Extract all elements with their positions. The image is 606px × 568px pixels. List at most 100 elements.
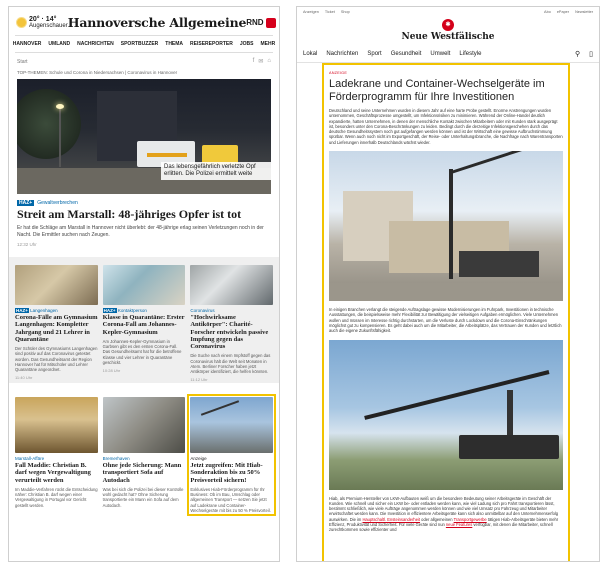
nw-page: Anzeigen Ticket Shop Abo ePaper Newslett… xyxy=(296,6,600,562)
hero-tree xyxy=(17,89,81,159)
util-link-newsletter[interactable]: Newsletter xyxy=(575,10,593,14)
search-icon[interactable]: ⚲ xyxy=(575,50,580,58)
article-title: Ladekrane und Container-Wechselgeräte im… xyxy=(329,78,545,103)
nav-item-jobs[interactable]: JOBS xyxy=(240,41,254,47)
nav-item-nachrichten[interactable]: NACHRICHTEN xyxy=(77,41,114,47)
nav-item-umwelt[interactable]: Umwelt xyxy=(430,51,450,57)
nw-utility-bar: Anzeigen Ticket Shop Abo ePaper Newslett… xyxy=(297,7,599,17)
util-link-anzeigen[interactable]: Anzeigen xyxy=(303,10,319,14)
nav-item-hannover[interactable]: HANNOVER xyxy=(13,41,42,47)
nav-item-mehr[interactable]: MEHR xyxy=(260,41,275,47)
sponsored-headline[interactable]: Jetzt zugreifen: Mit Hiab-Sonderaktion b… xyxy=(190,462,273,484)
article-paragraph-3: Hiab, als Premium-Hersteller von LKW-Auf… xyxy=(329,496,563,533)
nav-item-lifestyle[interactable]: Lifestyle xyxy=(459,51,481,57)
teaser-image xyxy=(190,265,274,305)
teaser-image xyxy=(15,265,98,305)
haz-header: 20° · 14° Augenschauer Hannoversche Allg… xyxy=(9,7,279,35)
teaser-kicker: Bremerhaven xyxy=(103,456,186,461)
haz-page: 20° · 14° Augenschauer Hannoversche Allg… xyxy=(8,6,280,562)
p3-text-b: oder allgemeinen xyxy=(420,516,454,522)
photo-crane-boom xyxy=(364,369,550,420)
sponsored-image xyxy=(190,397,274,453)
haz-plus-badge: HAZ+ xyxy=(15,308,29,313)
nav-item-umland[interactable]: UMLAND xyxy=(48,41,70,47)
rnd-badge-icon xyxy=(265,17,276,28)
haz-plus-badge: HAZ+ xyxy=(17,200,35,206)
util-link-shop[interactable]: Shop xyxy=(341,10,350,14)
nav-item-gesundheit[interactable]: Gesundheit xyxy=(391,51,422,57)
rnd-logo[interactable]: RND xyxy=(246,17,276,28)
article-link-3[interactable]: neue Features xyxy=(446,522,472,527)
teaser-image xyxy=(15,397,98,453)
nav-item-thema[interactable]: THEMA xyxy=(165,41,183,47)
photo-truck xyxy=(459,251,539,278)
article-photo-crane-1[interactable] xyxy=(329,151,563,302)
teaser-text: Die Suche nach einem Impfstoff gegen das… xyxy=(190,353,271,375)
article-kicker: ANZEIGE xyxy=(329,71,348,75)
photo-truck xyxy=(459,434,559,459)
teaser-headline[interactable]: "Hochwirksame Antikörper": Charité-Forsc… xyxy=(190,314,273,350)
util-link-abo[interactable]: Abo xyxy=(544,10,551,14)
teaser-image xyxy=(102,265,186,305)
article-link-1[interactable]: Hauptschaltl. Ensteinsanderheit xyxy=(362,517,420,522)
teaser-time: 11:12 Uhr xyxy=(190,377,208,383)
haz-plus-badge: HAZ+ xyxy=(102,308,117,313)
teaser-image xyxy=(102,397,186,453)
teaser-card[interactable]: Bremerhaven Ohne jede Sicherung: Mann tr… xyxy=(102,397,186,513)
nw-logo-text: Neue Westfälische xyxy=(401,32,495,42)
teaser-card[interactable]: Marstall-Affäre Fall Maddie: Christian B… xyxy=(15,397,98,513)
article-photo-crane-2[interactable] xyxy=(329,339,563,490)
social-links: f ✉ ⌂ xyxy=(253,58,271,65)
bookmark-icon[interactable]: ▯ xyxy=(589,50,593,58)
home-icon[interactable]: ⌂ xyxy=(267,58,271,65)
teaser-card[interactable]: HAZ+ Langenhagen Corona-Fälle am Gymnasi… xyxy=(15,265,98,382)
bottom-teasers: Marstall-Affäre Fall Maddie: Christian B… xyxy=(9,383,279,516)
teaser-block: HAZ+ Langenhagen Corona-Fälle am Gymnasi… xyxy=(9,257,279,383)
nav-item-lokal[interactable]: Lokal xyxy=(303,51,317,57)
teaser-headline[interactable]: Klasse in Quarantäne: Erster Corona-Fall… xyxy=(103,314,186,336)
nw-logo-icon: ✱ xyxy=(442,19,454,31)
teaser-card[interactable]: HAZ+ Kontaktperson Klasse in Quarantäne:… xyxy=(102,265,186,382)
nw-logo[interactable]: ✱ Neue Westfälische xyxy=(297,17,599,46)
facebook-icon[interactable]: f xyxy=(253,58,255,65)
nav-item-reisereporter[interactable]: REISEREPORTER xyxy=(190,41,233,47)
article-paragraph-2: In einigen Branchen verlangt die steigen… xyxy=(329,307,562,334)
util-link-epaper[interactable]: ePaper xyxy=(557,10,569,14)
teaser-card[interactable]: Coronavirus "Hochwirksame Antikörper": C… xyxy=(190,265,274,383)
nav-item-nachrichten[interactable]: Nachrichten xyxy=(326,51,358,57)
sponsored-text: Exklusives Hiab-Förderprogramm für Ihr B… xyxy=(190,486,271,513)
teaser-time: 10:28 Uhr xyxy=(102,367,121,373)
haz-logo[interactable]: Hannoversche Allgemeine xyxy=(68,15,247,30)
teaser-kicker-text: Marstall-Affäre xyxy=(15,456,45,461)
mail-icon[interactable]: ✉ xyxy=(258,58,263,65)
teaser-headline[interactable]: Corona-Fälle am Gymnasium Langenhagen: K… xyxy=(15,314,98,343)
teaser-kicker-text: Bremerhaven xyxy=(102,456,130,461)
teaser-kicker-text: Kontaktperson xyxy=(117,308,147,313)
teaser-headline[interactable]: Fall Maddie: Christian B. darf wegen Ver… xyxy=(15,462,98,484)
teaser-text: Am Johannes-Kepler-Gymnasium in Garbsen … xyxy=(102,338,182,365)
hero-caption-line-2: erlitten. Die Polizei ermittelt weite xyxy=(164,171,253,177)
sponsored-kicker: Anzeige xyxy=(190,456,207,461)
rnd-text: RND xyxy=(246,18,264,27)
teaser-kicker-text: Langenhagen xyxy=(30,308,58,313)
lead-teaser: Er hat die Schläge am Marstall in Hannov… xyxy=(17,225,264,238)
teaser-time: 11:40 Uhr xyxy=(15,375,33,381)
hero-caption-line-1: Das lebensgefährlich verletzte Opf xyxy=(164,164,256,170)
sponsored-article: ANZEIGE Ladekrane und Container-Wechselg… xyxy=(322,63,570,561)
hero-image[interactable]: Das lebensgefährlich verletzte Opf erlit… xyxy=(17,79,271,194)
lead-headline[interactable]: Streit am Marstall: 48-jähriges Opfer is… xyxy=(17,208,271,221)
sun-icon xyxy=(17,18,26,27)
teaser-headline[interactable]: Ohne jede Sicherung: Mann transportiert … xyxy=(103,462,186,484)
weather-widget[interactable]: 20° · 14° Augenschauer xyxy=(17,16,68,30)
lead-timestamp: 12:32 Uhr xyxy=(17,242,37,247)
nav-item-sport[interactable]: Sport xyxy=(367,51,381,57)
util-link-ticket[interactable]: Ticket xyxy=(325,10,335,14)
sponsored-teaser-card[interactable]: Anzeige Jetzt zugreifen: Mit Hiab-Sonder… xyxy=(187,394,277,516)
breadcrumb[interactable]: Start xyxy=(17,59,28,65)
top-topics[interactable]: TOP-THEMEN: Schule und Corona in Nieders… xyxy=(9,68,279,79)
teaser-kicker: Marstall-Affäre xyxy=(15,456,98,461)
article-link-2[interactable]: Transportgewerbe xyxy=(454,517,487,522)
photo-crane-boom xyxy=(450,151,528,175)
nav-item-sportbuzzer[interactable]: SPORTBUZZER xyxy=(121,41,159,47)
photo-crane-mast xyxy=(449,169,453,280)
